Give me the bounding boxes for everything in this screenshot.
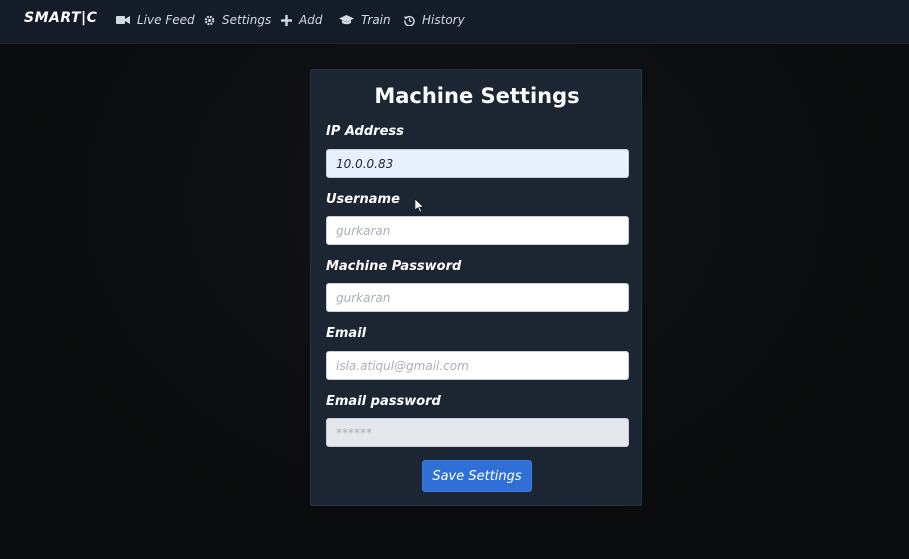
email-password-input[interactable] — [326, 418, 629, 447]
nav-item-add[interactable]: Add — [281, 13, 322, 27]
top-navbar: SMART|C Live Feed Settings Add Train His… — [0, 0, 909, 44]
nav-item-label: History — [422, 13, 465, 27]
history-icon — [404, 15, 415, 26]
graduation-cap-icon — [339, 15, 354, 25]
email-password-label: Email password — [326, 394, 441, 409]
nav-item-label: Train — [361, 13, 391, 27]
video-camera-icon — [116, 15, 130, 25]
machine-password-input[interactable] — [326, 283, 629, 312]
ip-address-input[interactable] — [326, 149, 629, 178]
nav-item-label: Live Feed — [137, 13, 195, 27]
nav-item-history[interactable]: History — [404, 13, 465, 27]
save-settings-button[interactable]: Save Settings — [422, 460, 532, 492]
brand-logo[interactable]: SMART|C — [24, 10, 97, 26]
machine-settings-card: Machine Settings IP Address Username Mac… — [310, 69, 642, 506]
nav-item-settings[interactable]: Settings — [204, 13, 271, 27]
plus-icon — [281, 14, 292, 26]
ip-address-label: IP Address — [326, 124, 404, 139]
nav-item-label: Add — [299, 13, 323, 27]
email-input[interactable] — [326, 351, 629, 380]
email-label: Email — [326, 326, 367, 341]
machine-password-label: Machine Password — [326, 259, 462, 274]
nav-item-live-feed[interactable]: Live Feed — [116, 13, 195, 27]
mouse-cursor-icon — [414, 198, 425, 213]
nav-item-label: Settings — [222, 13, 272, 27]
username-input[interactable] — [326, 216, 629, 245]
page-title: Machine Settings — [374, 84, 580, 108]
username-label: Username — [326, 192, 400, 207]
nav-item-train[interactable]: Train — [339, 13, 391, 27]
gear-icon — [204, 15, 215, 26]
